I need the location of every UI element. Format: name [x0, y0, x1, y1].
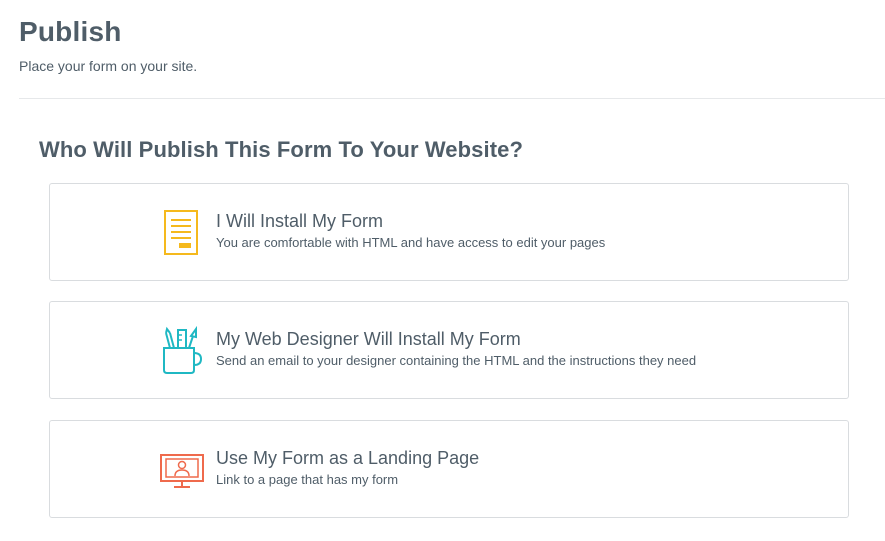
section-title: Who Will Publish This Form To Your Websi… [39, 137, 524, 162]
page-subtitle: Place your form on your site. [19, 58, 198, 74]
option-web-designer[interactable]: My Web Designer Will Install My Form Sen… [49, 301, 849, 399]
option-install-myself[interactable]: I Will Install My Form You are comfortab… [49, 183, 849, 281]
option-title: I Will Install My Form [216, 211, 384, 231]
option-landing-page[interactable]: Use My Form as a Landing Page Link to a … [49, 420, 849, 518]
option-description: You are comfortable with HTML and have a… [216, 235, 606, 250]
option-title: My Web Designer Will Install My Form [216, 329, 521, 349]
page-header: Publish Place your form on your site. [19, 0, 885, 99]
option-title: Use My Form as a Landing Page [216, 448, 480, 468]
designer-tools-mug-icon [160, 326, 204, 376]
form-document-icon [160, 208, 204, 258]
landing-page-monitor-icon [160, 445, 204, 495]
option-description: Link to a page that has my form [216, 472, 399, 487]
option-description: Send an email to your designer containin… [216, 353, 697, 368]
page-title: Publish [19, 16, 122, 47]
